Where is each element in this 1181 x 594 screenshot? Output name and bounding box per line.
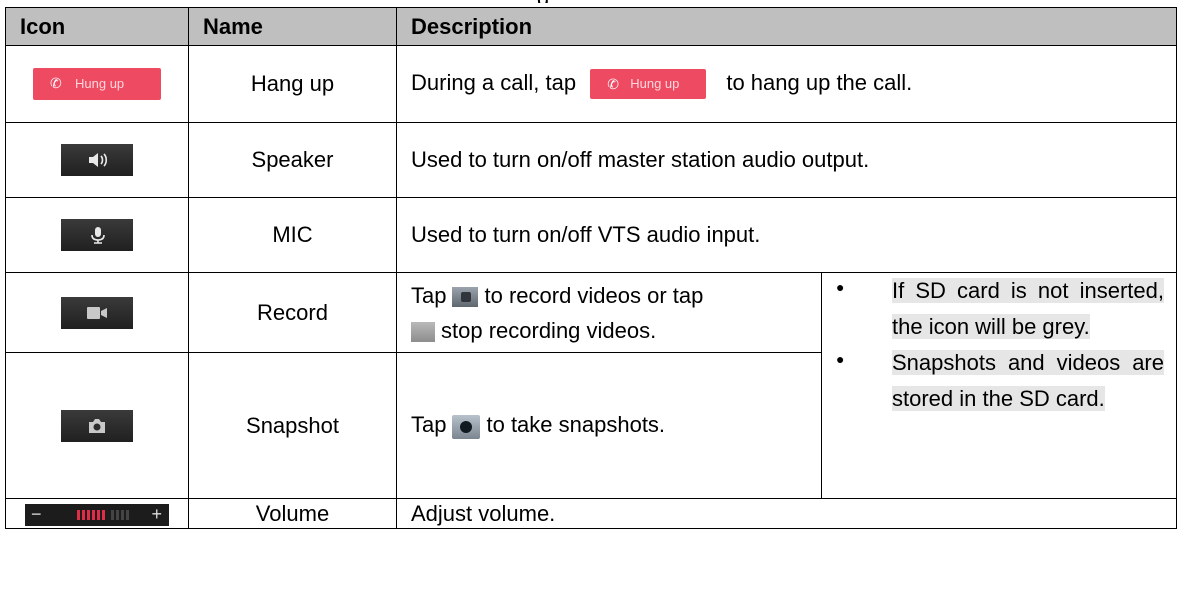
plus-icon: +	[151, 503, 162, 524]
snapshot-icon	[452, 414, 481, 439]
desc-snapshot-end: to take snapshots.	[486, 412, 666, 438]
bullet-icon: ●	[836, 351, 845, 367]
name-hangup: Hang up	[188, 45, 397, 123]
hangup-button-image: ✆ Hung up	[33, 68, 161, 100]
name-mic: MIC	[188, 197, 397, 273]
table-row-speaker: Speaker Used to turn on/off master stati…	[5, 122, 1177, 198]
fragment-text: g	[537, 0, 549, 3]
record-stop-icon	[411, 321, 435, 342]
desc-record-tap: Tap	[411, 282, 447, 308]
header-icon: Icon	[5, 7, 189, 46]
icon-cell	[5, 352, 189, 499]
icon-cell: − +	[5, 498, 189, 529]
table-row-record: Record Tap to record videos or tap stop r…	[5, 272, 1177, 499]
inline-hangup-button-image: ✆ Hung up	[590, 69, 707, 99]
name-volume: Volume	[188, 498, 397, 529]
phone-hangup-icon: ✆	[50, 75, 62, 91]
inline-hangup-label: Hung up	[630, 76, 680, 91]
list-item: ● If SD card is not inserted, the icon w…	[822, 273, 1176, 345]
table-row-volume: − + Volume Adjust volume.	[5, 498, 1177, 529]
hangup-button-label: Hung up	[75, 76, 125, 91]
desc-hangup: During a call, tap ✆ Hung up to hang up …	[396, 45, 1177, 123]
list-item: ● Snapshots and videos are stored in the…	[822, 345, 1176, 417]
table-row-hangup: ✆ Hung up Hang up During a call, tap ✆ H…	[5, 45, 1177, 123]
desc-snapshot: Tap to take snapshots.	[396, 352, 822, 499]
note-text: If SD card is not inserted, the icon wil…	[892, 278, 1164, 339]
desc-mic: Used to turn on/off VTS audio input.	[396, 197, 1177, 273]
header-name: Name	[188, 7, 397, 46]
camera-icon	[61, 409, 133, 442]
icon-cell: ✆ Hung up	[5, 45, 189, 123]
desc-speaker: Used to turn on/off master station audio…	[396, 122, 1177, 198]
minus-icon: −	[31, 503, 42, 524]
header-description: Description	[396, 7, 1177, 46]
desc-record-mid: to record videos or tap	[484, 282, 704, 308]
name-speaker: Speaker	[188, 122, 397, 198]
desc-record: Tap to record videos or tap stop recordin…	[396, 272, 822, 353]
icon-description-table: Icon Name Description ✆ Hung up Hang up …	[5, 7, 1177, 529]
desc-record-end: stop recording videos.	[441, 317, 657, 343]
record-start-icon	[452, 286, 479, 307]
bullet-icon: ●	[836, 279, 845, 295]
name-record: Record	[188, 272, 397, 353]
sd-card-notes: ● If SD card is not inserted, the icon w…	[821, 272, 1177, 499]
microphone-icon	[61, 219, 133, 251]
table-row-mic: MIC Used to turn on/off VTS audio input.	[5, 197, 1177, 273]
speaker-icon	[61, 144, 133, 176]
icon-cell	[5, 272, 189, 353]
desc-hangup-before: During a call, tap	[411, 69, 577, 95]
volume-slider-icon: − +	[25, 503, 169, 526]
desc-hangup-after: to hang up the call.	[726, 69, 913, 95]
note-text: Snapshots and videos are stored in the S…	[892, 350, 1164, 411]
icon-cell	[5, 122, 189, 198]
phone-hangup-icon: ✆	[607, 76, 619, 92]
previous-page-fragment: g	[430, 0, 730, 3]
header-row: Icon Name Description	[5, 7, 1177, 46]
desc-volume: Adjust volume.	[396, 498, 1177, 529]
desc-snapshot-tap: Tap	[411, 412, 447, 438]
name-snapshot: Snapshot	[188, 352, 397, 499]
video-camera-icon	[61, 296, 133, 329]
icon-cell	[5, 197, 189, 273]
notes-list: ● If SD card is not inserted, the icon w…	[822, 273, 1176, 417]
